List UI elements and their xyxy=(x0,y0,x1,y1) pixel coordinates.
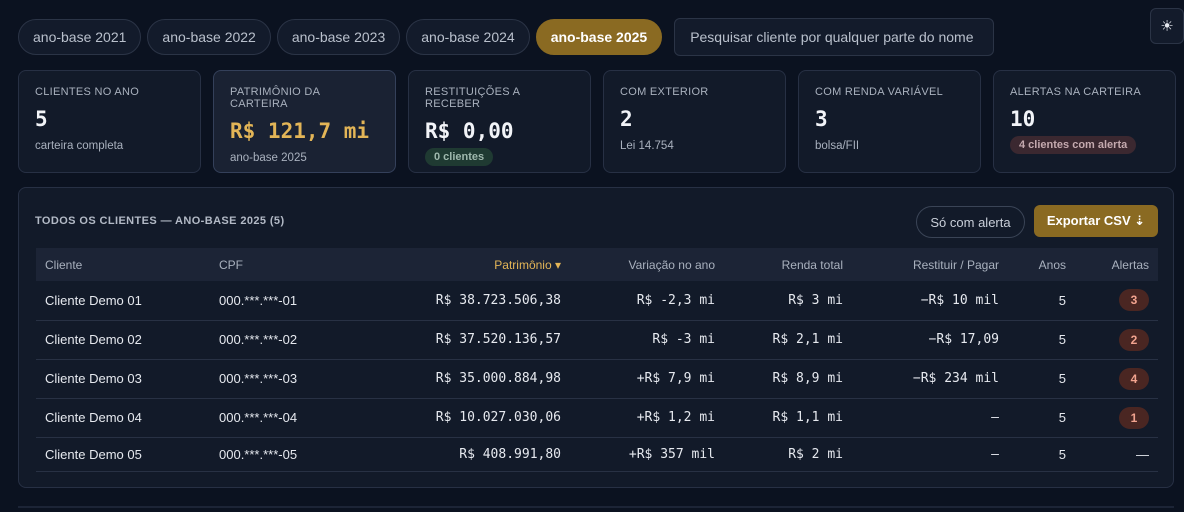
card-label: PATRIMÔNIO DA CARTEIRA xyxy=(230,86,320,110)
cell-variacao: R$ -2,3 mi xyxy=(570,281,724,321)
card-label: RESTITUIÇÕES A RECEBER xyxy=(425,86,520,110)
table-row[interactable]: Cliente Demo 03 000.***.***-03 R$ 35.000… xyxy=(36,359,1158,399)
cell-variacao: +R$ 1,2 mi xyxy=(570,398,724,438)
table-row[interactable]: Cliente Demo 02 000.***.***-02 R$ 37.520… xyxy=(36,320,1158,360)
year-tabs: ano-base 2021 ano-base 2022 ano-base 202… xyxy=(18,18,995,56)
summary-cards: CLIENTES NO ANO 5 carteira completa PATR… xyxy=(18,70,1176,173)
tab-year-2022[interactable]: ano-base 2022 xyxy=(147,19,271,55)
card-sub: Lei 14.754 xyxy=(620,140,674,152)
col-restituir[interactable]: Restituir / Pagar xyxy=(852,248,1008,281)
cell-cpf: 000.***.***-02 xyxy=(210,320,350,360)
sun-icon: ☀ xyxy=(1160,18,1174,35)
clients-panel: TODOS OS CLIENTES — ANO-BASE 2025 (5) Só… xyxy=(18,187,1174,488)
cell-patrimonio: R$ 35.000.884,98 xyxy=(350,359,570,399)
cell-cpf: 000.***.***-04 xyxy=(210,398,350,438)
cell-cliente: Cliente Demo 03 xyxy=(36,359,210,399)
card-label: ALERTAS NA CARTEIRA xyxy=(1010,86,1142,98)
cell-anos: 5 xyxy=(1008,398,1075,438)
cell-cliente: Cliente Demo 01 xyxy=(36,281,210,321)
cell-anos: 5 xyxy=(1008,281,1075,321)
cell-anos: 5 xyxy=(1008,320,1075,360)
col-renda[interactable]: Renda total xyxy=(724,248,852,281)
cell-restituir: −R$ 234 mil xyxy=(852,359,1008,399)
card-restituicoes: RESTITUIÇÕES A RECEBER R$ 0,00 0 cliente… xyxy=(408,70,591,173)
col-cliente[interactable]: Cliente xyxy=(36,248,210,281)
card-clientes: CLIENTES NO ANO 5 carteira completa xyxy=(18,70,201,173)
card-value: R$ 121,7 mi xyxy=(230,119,370,143)
cell-cpf: 000.***.***-01 xyxy=(210,281,350,321)
cell-alertas: 1 xyxy=(1075,398,1158,438)
cell-renda: R$ 8,9 mi xyxy=(724,359,852,399)
status-badge: 0 clientes xyxy=(425,148,494,166)
col-alertas[interactable]: Alertas xyxy=(1075,248,1158,281)
cell-renda: R$ 2 mi xyxy=(724,437,852,472)
card-label: COM RENDA VARIÁVEL xyxy=(815,86,944,98)
cell-cpf: 000.***.***-03 xyxy=(210,359,350,399)
col-anos[interactable]: Anos xyxy=(1008,248,1075,281)
card-label: COM EXTERIOR xyxy=(620,86,709,98)
card-value: 3 xyxy=(815,107,828,131)
card-value: R$ 0,00 xyxy=(425,119,514,143)
cell-renda: R$ 2,1 mi xyxy=(724,320,852,360)
cell-cliente: Cliente Demo 04 xyxy=(36,398,210,438)
cell-alertas: 3 xyxy=(1075,281,1158,321)
alert-count-badge: 2 xyxy=(1119,328,1149,351)
card-alertas: ALERTAS NA CARTEIRA 10 4 clientes com al… xyxy=(993,70,1176,173)
cell-variacao: R$ -3 mi xyxy=(570,320,724,360)
card-value: 5 xyxy=(35,107,48,131)
table-header-row: Cliente CPF Patrimônio ▾ Variação no ano… xyxy=(36,248,1158,281)
theme-toggle-button[interactable]: ☀ xyxy=(1150,8,1184,44)
tab-year-2021[interactable]: ano-base 2021 xyxy=(18,19,142,55)
card-sub: bolsa/FII xyxy=(815,140,860,152)
cell-restituir: — xyxy=(852,437,1008,472)
card-patrimonio: PATRIMÔNIO DA CARTEIRA R$ 121,7 mi ano-b… xyxy=(213,70,396,173)
card-value: 2 xyxy=(620,107,633,131)
cell-anos: 5 xyxy=(1008,437,1075,472)
tab-year-2024[interactable]: ano-base 2024 xyxy=(406,19,530,55)
card-sub: carteira completa xyxy=(35,140,124,152)
card-label: CLIENTES NO ANO xyxy=(35,86,140,98)
cell-patrimonio: R$ 37.520.136,57 xyxy=(350,320,570,360)
col-cpf[interactable]: CPF xyxy=(210,248,350,281)
tab-year-2025[interactable]: ano-base 2025 xyxy=(535,19,663,55)
cell-renda: R$ 3 mi xyxy=(724,281,852,321)
divider xyxy=(18,506,1174,508)
alert-count-badge: 1 xyxy=(1119,406,1149,429)
cell-cliente: Cliente Demo 02 xyxy=(36,320,210,360)
cell-restituir: −R$ 17,09 xyxy=(852,320,1008,360)
cell-restituir: — xyxy=(852,398,1008,438)
card-sub: ano-base 2025 xyxy=(230,152,307,164)
col-patrimonio[interactable]: Patrimônio ▾ xyxy=(350,248,570,281)
clients-table: Cliente CPF Patrimônio ▾ Variação no ano… xyxy=(36,248,1158,472)
cell-cpf: 000.***.***-05 xyxy=(210,437,350,472)
col-variacao[interactable]: Variação no ano xyxy=(570,248,724,281)
card-renda-variavel: COM RENDA VARIÁVEL 3 bolsa/FII xyxy=(798,70,981,173)
cell-renda: R$ 1,1 mi xyxy=(724,398,852,438)
cell-variacao: +R$ 357 mil xyxy=(570,437,724,472)
panel-title: TODOS OS CLIENTES — ANO-BASE 2025 (5) xyxy=(35,215,285,227)
cell-alertas: — xyxy=(1075,437,1158,472)
cell-cliente: Cliente Demo 05 xyxy=(36,437,210,472)
status-badge: 4 clientes com alerta xyxy=(1010,136,1137,154)
cell-patrimonio: R$ 10.027.030,06 xyxy=(350,398,570,438)
table-row[interactable]: Cliente Demo 01 000.***.***-01 R$ 38.723… xyxy=(36,281,1158,321)
table-row[interactable]: Cliente Demo 04 000.***.***-04 R$ 10.027… xyxy=(36,398,1158,438)
tab-year-2023[interactable]: ano-base 2023 xyxy=(276,19,401,55)
cell-patrimonio: R$ 408.991,80 xyxy=(350,437,570,472)
export-csv-button[interactable]: Exportar CSV ⇣ xyxy=(1034,205,1158,237)
alert-count-badge: 4 xyxy=(1119,367,1149,390)
cell-restituir: −R$ 10 mil xyxy=(852,281,1008,321)
cell-anos: 5 xyxy=(1008,359,1075,399)
search-input[interactable]: Pesquisar cliente por qualquer parte do … xyxy=(674,18,995,56)
table-row[interactable]: Cliente Demo 05 000.***.***-05 R$ 408.99… xyxy=(36,437,1158,472)
cell-alertas: 2 xyxy=(1075,320,1158,360)
cell-alertas: 4 xyxy=(1075,359,1158,399)
alert-filter-button[interactable]: Só com alerta xyxy=(916,206,1025,238)
card-value: 10 xyxy=(1010,107,1036,131)
alert-count-badge: 3 xyxy=(1119,289,1149,312)
cell-patrimonio: R$ 38.723.506,38 xyxy=(350,281,570,321)
cell-variacao: +R$ 7,9 mi xyxy=(570,359,724,399)
card-exterior: COM EXTERIOR 2 Lei 14.754 xyxy=(603,70,786,173)
